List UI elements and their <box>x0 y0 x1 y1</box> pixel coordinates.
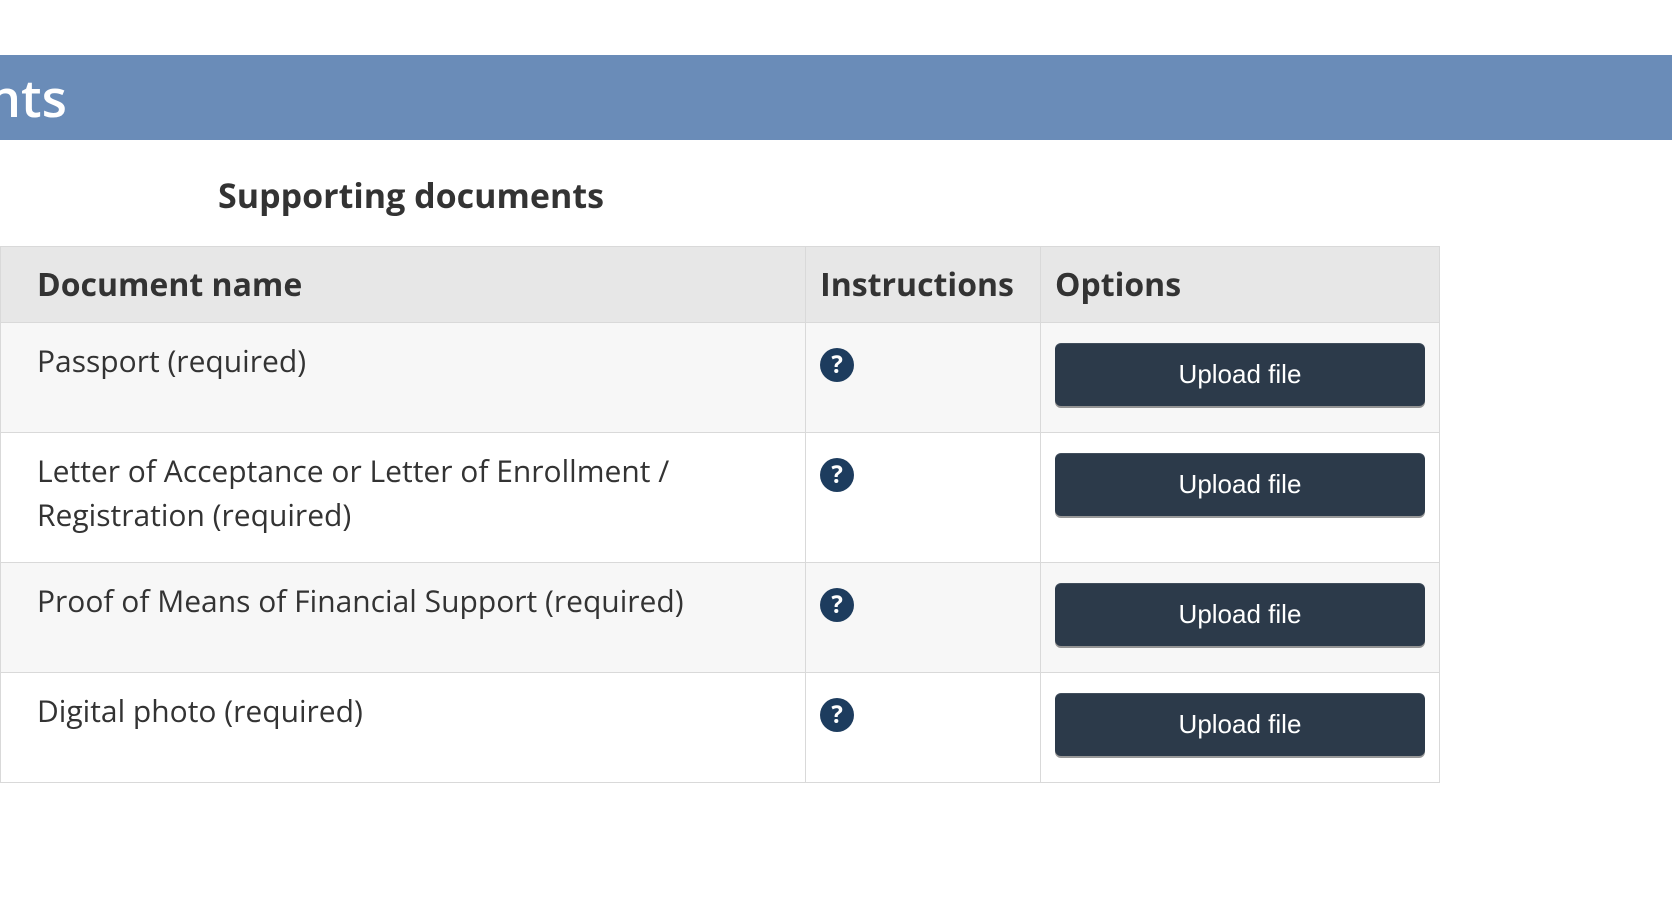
instructions-cell: ? <box>806 673 1041 783</box>
help-icon[interactable]: ? <box>820 588 854 622</box>
instructions-cell: ? <box>806 563 1041 673</box>
table-row: Passport (required) ? Upload file <box>1 323 1440 433</box>
column-header-instructions: Instructions <box>806 247 1041 323</box>
page-header-bar: nts <box>0 55 1672 140</box>
help-icon[interactable]: ? <box>820 348 854 382</box>
instructions-cell: ? <box>806 323 1041 433</box>
upload-file-button[interactable]: Upload file <box>1055 693 1425 756</box>
options-cell: Upload file <box>1040 563 1439 673</box>
table-header-row: Document name Instructions Options <box>1 247 1440 323</box>
document-name-cell: Passport (required) <box>1 323 806 433</box>
table-row: Digital photo (required) ? Upload file <box>1 673 1440 783</box>
document-name-cell: Proof of Means of Financial Support (req… <box>1 563 806 673</box>
instructions-cell: ? <box>806 433 1041 563</box>
column-header-options: Options <box>1040 247 1439 323</box>
upload-file-button[interactable]: Upload file <box>1055 343 1425 406</box>
supporting-documents-table: Document name Instructions Options Passp… <box>0 246 1440 783</box>
help-icon[interactable]: ? <box>820 458 854 492</box>
options-cell: Upload file <box>1040 323 1439 433</box>
table-row: Letter of Acceptance or Letter of Enroll… <box>1 433 1440 563</box>
upload-file-button[interactable]: Upload file <box>1055 453 1425 516</box>
document-name-cell: Letter of Acceptance or Letter of Enroll… <box>1 433 806 563</box>
document-name-cell: Digital photo (required) <box>1 673 806 783</box>
page-header-title: nts <box>0 62 67 133</box>
help-icon[interactable]: ? <box>820 698 854 732</box>
table-row: Proof of Means of Financial Support (req… <box>1 563 1440 673</box>
options-cell: Upload file <box>1040 433 1439 563</box>
column-header-document-name: Document name <box>1 247 806 323</box>
upload-file-button[interactable]: Upload file <box>1055 583 1425 646</box>
options-cell: Upload file <box>1040 673 1439 783</box>
section-title: Supporting documents <box>218 172 1672 218</box>
